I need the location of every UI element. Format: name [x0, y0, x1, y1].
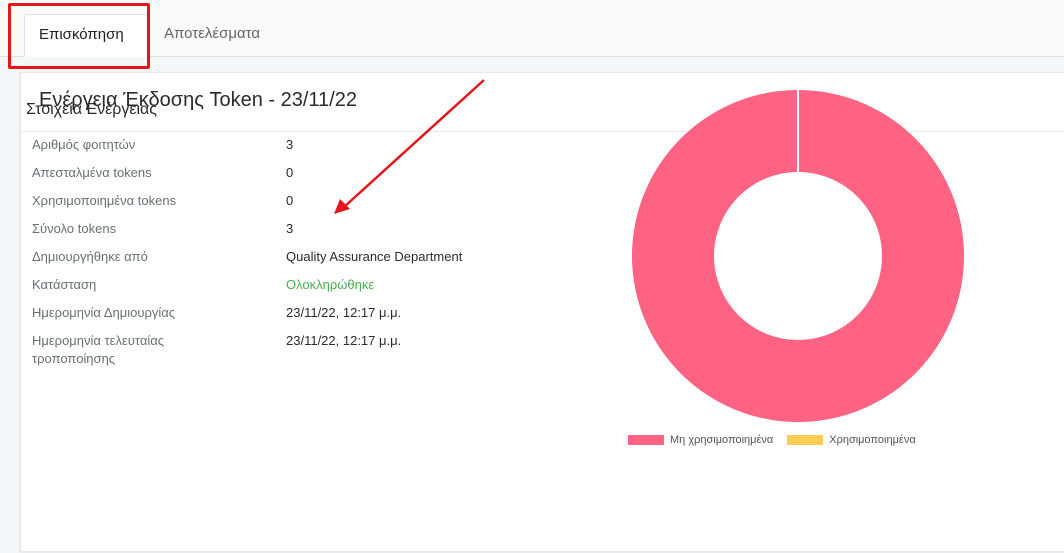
legend-item-used[interactable]: Χρησιμοποιημένα: [787, 434, 916, 446]
detail-row-sent-tokens: Απεσταλμένα tokens 0: [32, 164, 552, 192]
detail-label: Δημιουργήθηκε από: [32, 249, 148, 264]
section-title-action-details: Στοιχεία Ενέργειας: [26, 101, 158, 118]
detail-value: 0: [286, 165, 294, 180]
detail-label: Απεσταλμένα tokens: [32, 165, 152, 180]
detail-row-created-by: Δημιουργήθηκε από Quality Assurance Depa…: [32, 248, 552, 276]
detail-label: Ημερομηνία τελευταίας τροποποίησης: [32, 333, 165, 366]
tab-bar: Επισκόπηση Αποτελέσματα: [0, 0, 1064, 57]
detail-label: Χρησιμοποιημένα tokens: [32, 193, 177, 208]
detail-label: Αριθμός φοιτητών: [32, 137, 136, 152]
legend-label-used: Χρησιμοποιημένα: [829, 434, 916, 446]
detail-value: 3: [286, 137, 294, 152]
detail-value: Quality Assurance Department: [286, 249, 463, 264]
detail-value: 0: [286, 193, 294, 208]
legend-label-unused: Μη χρησιμοποιημένα: [670, 434, 774, 446]
detail-value: 3: [286, 221, 294, 236]
detail-label: Κατάσταση: [32, 277, 97, 292]
legend-swatch-used: [787, 435, 824, 445]
legend-swatch-unused: [628, 435, 664, 445]
detail-row-created-date: Ημερομηνία Δημιουργίας 23/11/22, 12:17 μ…: [32, 304, 552, 332]
detail-label: Σύνολο tokens: [32, 221, 117, 236]
token-usage-donut-chart: [631, 90, 964, 422]
detail-label: Ημερομηνία Δημιουργίας: [32, 305, 176, 320]
details-list: Αριθμός φοιτητών 3 Απεσταλμένα tokens 0 …: [32, 136, 552, 368]
detail-row-students: Αριθμός φοιτητών 3: [32, 136, 552, 164]
chart-legend: Μη χρησιμοποιημένα Χρησιμοποιημένα: [628, 434, 930, 446]
legend-item-unused[interactable]: Μη χρησιμοποιημένα: [628, 434, 773, 446]
detail-row-total-tokens: Σύνολο tokens 3: [32, 220, 552, 248]
tab-results[interactable]: Αποτελέσματα: [150, 14, 274, 56]
detail-value: 23/11/22, 12:17 μ.μ.: [286, 333, 402, 348]
detail-row-modified-date: Ημερομηνία τελευταίας τροποποίησης 23/11…: [32, 332, 552, 368]
detail-row-status: Κατάσταση Ολοκληρώθηκε: [32, 276, 552, 304]
tab-overview[interactable]: Επισκόπηση: [24, 14, 148, 57]
detail-value: 23/11/22, 12:17 μ.μ.: [286, 305, 402, 320]
detail-row-used-tokens: Χρησιμοποιημένα tokens 0: [32, 192, 552, 220]
status-value: Ολοκληρώθηκε: [286, 277, 375, 292]
